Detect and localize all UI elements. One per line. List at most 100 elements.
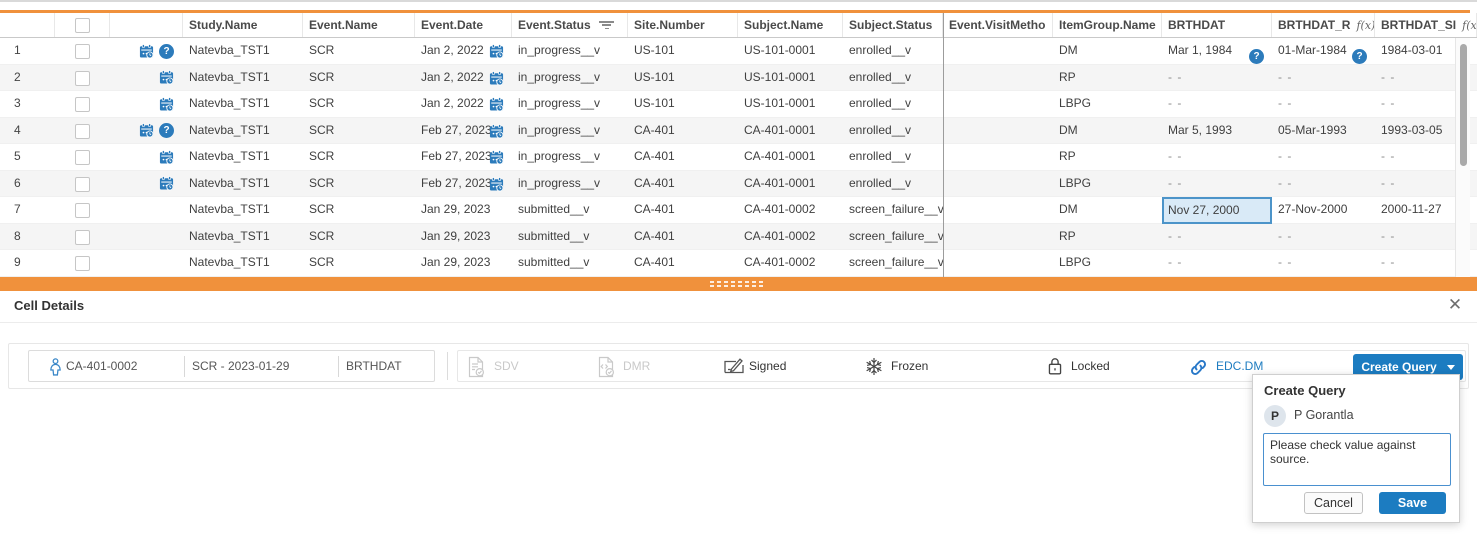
cell-site[interactable]: CA-401: [628, 197, 738, 224]
vertical-scrollbar-track[interactable]: [1455, 38, 1470, 277]
query-comment-input[interactable]: Please check value against source.: [1263, 433, 1451, 486]
cell-status[interactable]: submitted__v: [512, 224, 628, 251]
cell-subject[interactable]: US-101-0001: [738, 65, 843, 92]
cell-date[interactable]: Jan 2, 2022: [415, 91, 512, 118]
column-header-brthdat_r[interactable]: BRTHDAT_Rf(x): [1272, 13, 1375, 37]
row-checkbox-cell[interactable]: [55, 224, 110, 251]
sdv-label[interactable]: SDV: [494, 351, 519, 381]
cell-subject[interactable]: US-101-0001: [738, 91, 843, 118]
cell-brthdat_r[interactable]: - -: [1272, 91, 1375, 118]
cell-status[interactable]: submitted__v: [512, 197, 628, 224]
cell-date[interactable]: Jan 29, 2023: [415, 250, 512, 277]
cell-study[interactable]: Natevba_TST1: [183, 118, 303, 145]
question-icon[interactable]: ?: [1249, 49, 1264, 64]
cell-itemgroup[interactable]: DM: [1053, 118, 1162, 145]
cell-itemgroup[interactable]: LBPG: [1053, 91, 1162, 118]
cell-site[interactable]: US-101: [628, 65, 738, 92]
column-header-event[interactable]: Event.Name: [303, 13, 415, 37]
cell-brthdat_r[interactable]: 01-Mar-1984?: [1272, 38, 1375, 65]
cell-study[interactable]: Natevba_TST1: [183, 65, 303, 92]
cell-brthdat_r[interactable]: 05-Mar-1993: [1272, 118, 1375, 145]
cell-brthdat[interactable]: Nov 27, 2000: [1162, 197, 1272, 224]
cell-visit[interactable]: [943, 250, 1053, 277]
cell-site[interactable]: US-101: [628, 91, 738, 118]
row-checkbox[interactable]: [75, 256, 90, 271]
cell-study[interactable]: Natevba_TST1: [183, 171, 303, 198]
cell-date[interactable]: Jan 2, 2022: [415, 65, 512, 92]
row-checkbox-cell[interactable]: [55, 38, 110, 65]
cell-substatus[interactable]: enrolled__v: [843, 118, 943, 145]
cell-substatus[interactable]: enrolled__v: [843, 144, 943, 171]
cell-subject[interactable]: CA-401-0002: [738, 250, 843, 277]
panel-splitter-bar[interactable]: [0, 277, 1477, 291]
cell-itemgroup[interactable]: DM: [1053, 197, 1162, 224]
row-checkbox[interactable]: [75, 150, 90, 165]
cell-itemgroup[interactable]: DM: [1053, 38, 1162, 65]
frozen-icon[interactable]: [864, 356, 884, 380]
cell-visit[interactable]: [943, 65, 1053, 92]
cell-substatus[interactable]: screen_failure__v: [843, 224, 943, 251]
row-checkbox-cell[interactable]: [55, 118, 110, 145]
row-checkbox[interactable]: [75, 97, 90, 112]
cell-visit[interactable]: [943, 38, 1053, 65]
cell-site[interactable]: CA-401: [628, 118, 738, 145]
cell-visit[interactable]: [943, 144, 1053, 171]
cell-substatus[interactable]: enrolled__v: [843, 171, 943, 198]
row-checkbox[interactable]: [75, 203, 90, 218]
column-header-date[interactable]: Event.Date: [415, 13, 512, 37]
filter-icon[interactable]: [599, 21, 614, 31]
sdv-icon[interactable]: [466, 356, 487, 381]
cell-site[interactable]: CA-401: [628, 144, 738, 171]
column-header-site[interactable]: Site.Number: [628, 13, 738, 37]
cell-substatus[interactable]: screen_failure__v: [843, 250, 943, 277]
row-checkbox[interactable]: [75, 230, 90, 245]
cell-subject[interactable]: CA-401-0001: [738, 118, 843, 145]
cell-itemgroup[interactable]: RP: [1053, 144, 1162, 171]
cell-subject[interactable]: US-101-0001: [738, 38, 843, 65]
cell-subject[interactable]: CA-401-0002: [738, 224, 843, 251]
cell-brthdat[interactable]: - -: [1162, 224, 1272, 251]
cell-study[interactable]: Natevba_TST1: [183, 197, 303, 224]
cell-event[interactable]: SCR: [303, 144, 415, 171]
cell-site[interactable]: CA-401: [628, 250, 738, 277]
question-icon[interactable]: ?: [1352, 49, 1367, 64]
cell-visit[interactable]: [943, 118, 1053, 145]
cell-event[interactable]: SCR: [303, 250, 415, 277]
cell-event[interactable]: SCR: [303, 91, 415, 118]
cell-date[interactable]: Feb 27, 2023: [415, 118, 512, 145]
cell-status[interactable]: in_progress__v: [512, 118, 628, 145]
cell-brthdat_r[interactable]: 27-Nov-2000: [1272, 197, 1375, 224]
cell-study[interactable]: Natevba_TST1: [183, 224, 303, 251]
close-icon[interactable]: ✕: [1444, 294, 1466, 316]
vertical-scrollbar-thumb[interactable]: [1460, 44, 1467, 166]
column-header-substatus[interactable]: Subject.Status: [843, 13, 943, 37]
column-header-itemgroup[interactable]: ItemGroup.Name: [1053, 13, 1162, 37]
cell-substatus[interactable]: enrolled__v: [843, 91, 943, 118]
cell-status[interactable]: in_progress__v: [512, 38, 628, 65]
cell-itemgroup[interactable]: LBPG: [1053, 171, 1162, 198]
cell-subject[interactable]: CA-401-0001: [738, 144, 843, 171]
cell-subject[interactable]: CA-401-0001: [738, 171, 843, 198]
column-header-study[interactable]: Study.Name: [183, 13, 303, 37]
row-checkbox[interactable]: [75, 177, 90, 192]
cell-date[interactable]: Jan 29, 2023: [415, 224, 512, 251]
cell-brthdat_r[interactable]: - -: [1272, 65, 1375, 92]
cell-status[interactable]: in_progress__v: [512, 91, 628, 118]
cell-date[interactable]: Feb 27, 2023: [415, 171, 512, 198]
row-checkbox-cell[interactable]: [55, 144, 110, 171]
cell-substatus[interactable]: enrolled__v: [843, 65, 943, 92]
cell-date[interactable]: Jan 2, 2022: [415, 38, 512, 65]
cell-brthdat_r[interactable]: - -: [1272, 171, 1375, 198]
save-button[interactable]: Save: [1379, 492, 1446, 514]
row-checkbox-cell[interactable]: [55, 250, 110, 277]
cell-status[interactable]: in_progress__v: [512, 171, 628, 198]
cell-visit[interactable]: [943, 197, 1053, 224]
row-checkbox-cell[interactable]: [55, 91, 110, 118]
cell-status[interactable]: in_progress__v: [512, 65, 628, 92]
row-checkbox[interactable]: [75, 71, 90, 86]
cell-brthdat[interactable]: - -: [1162, 171, 1272, 198]
panel-resize-handle[interactable]: [710, 281, 766, 287]
cell-status[interactable]: submitted__v: [512, 250, 628, 277]
cell-event[interactable]: SCR: [303, 224, 415, 251]
cell-event[interactable]: SCR: [303, 65, 415, 92]
